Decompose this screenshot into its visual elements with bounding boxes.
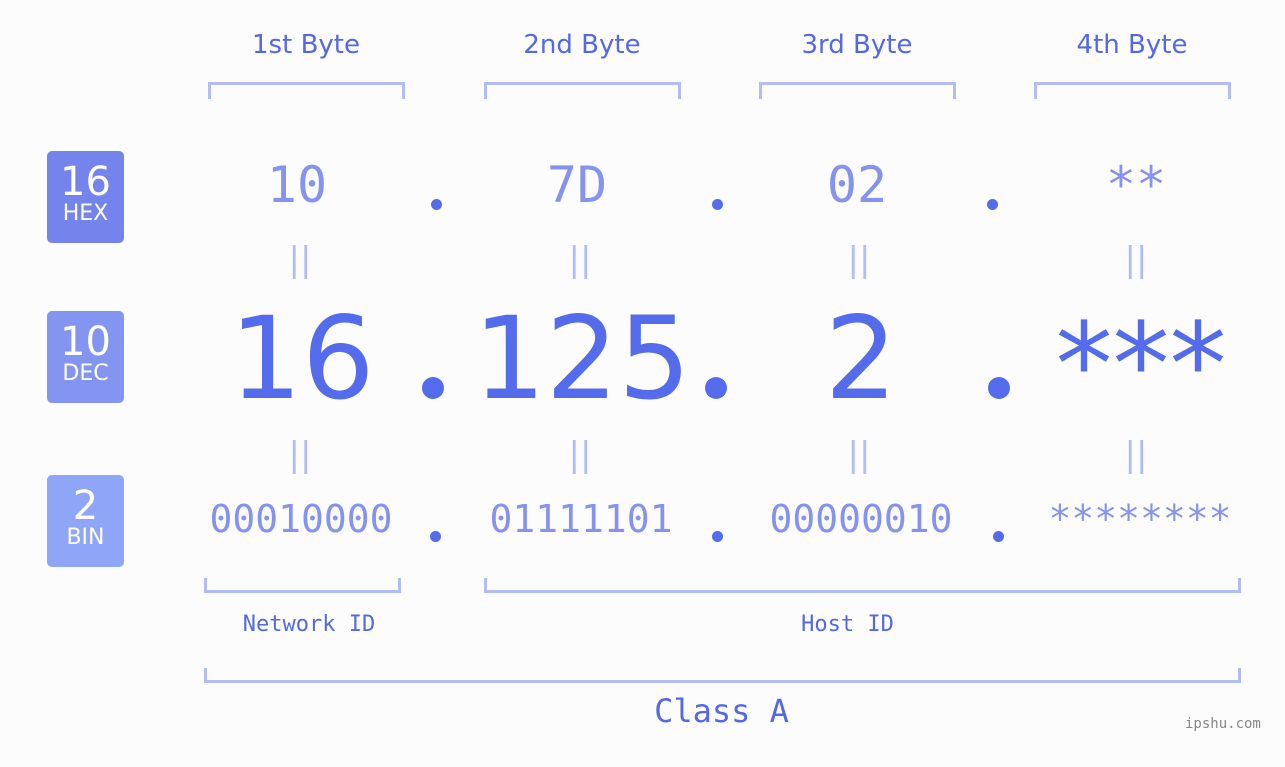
byte-bracket-2	[484, 82, 681, 99]
bin-separator-dot	[993, 531, 1004, 542]
dec-badge-base: 10	[60, 319, 111, 365]
dec-badge: 10 DEC	[47, 311, 124, 403]
equals-sign: ||	[847, 240, 871, 280]
equals-sign: ||	[847, 435, 871, 475]
watermark: ipshu.com	[1185, 716, 1261, 732]
dec-value-2: 125	[473, 292, 691, 425]
equals-sign: ||	[288, 435, 312, 475]
bin-value-1: 00010000	[209, 497, 393, 541]
dec-value-1: 16	[229, 292, 375, 425]
dec-badge-label: DEC	[62, 361, 109, 386]
byte-header-1: 1st Byte	[252, 30, 360, 60]
network-id-label: Network ID	[242, 612, 376, 637]
bin-separator-dot	[712, 531, 723, 542]
dec-separator-dot	[705, 377, 727, 399]
hex-badge-base: 16	[60, 159, 111, 205]
byte-bracket-1	[208, 82, 405, 99]
equals-sign: ||	[568, 240, 592, 280]
hex-badge: 16 HEX	[47, 151, 124, 243]
equals-sign: ||	[568, 435, 592, 475]
equals-sign: ||	[288, 240, 312, 280]
dec-separator-dot	[988, 377, 1010, 399]
hex-value-4: **	[1105, 156, 1167, 214]
dec-value-4: ***	[1055, 298, 1227, 431]
bin-value-2: 01111101	[489, 497, 673, 541]
bin-badge-base: 2	[72, 483, 99, 529]
hex-value-3: 02	[826, 156, 888, 214]
byte-bracket-3	[759, 82, 956, 99]
bin-badge: 2 BIN	[47, 475, 124, 567]
hex-value-2: 7D	[546, 156, 608, 214]
class-bracket	[204, 668, 1241, 683]
bin-separator-dot	[430, 531, 441, 542]
hex-separator-dot	[987, 199, 998, 210]
byte-bracket-4	[1034, 82, 1231, 99]
hex-separator-dot	[712, 199, 723, 210]
hex-value-1: 10	[266, 156, 328, 214]
dec-value-3: 2	[824, 292, 898, 425]
bin-value-3: 00000010	[769, 497, 953, 541]
class-label: Class A	[654, 692, 789, 730]
bin-badge-label: BIN	[66, 525, 105, 550]
dec-separator-dot	[422, 377, 444, 399]
byte-header-3: 3rd Byte	[801, 30, 913, 60]
host-id-label: Host ID	[801, 612, 894, 637]
hex-badge-label: HEX	[62, 201, 109, 226]
byte-header-4: 4th Byte	[1076, 30, 1188, 60]
hex-separator-dot	[431, 199, 442, 210]
byte-header-2: 2nd Byte	[523, 30, 641, 60]
bin-value-4: ********	[1048, 497, 1232, 541]
equals-sign: ||	[1124, 435, 1148, 475]
host-id-bracket	[484, 578, 1241, 593]
network-id-bracket	[204, 578, 401, 593]
equals-sign: ||	[1124, 240, 1148, 280]
